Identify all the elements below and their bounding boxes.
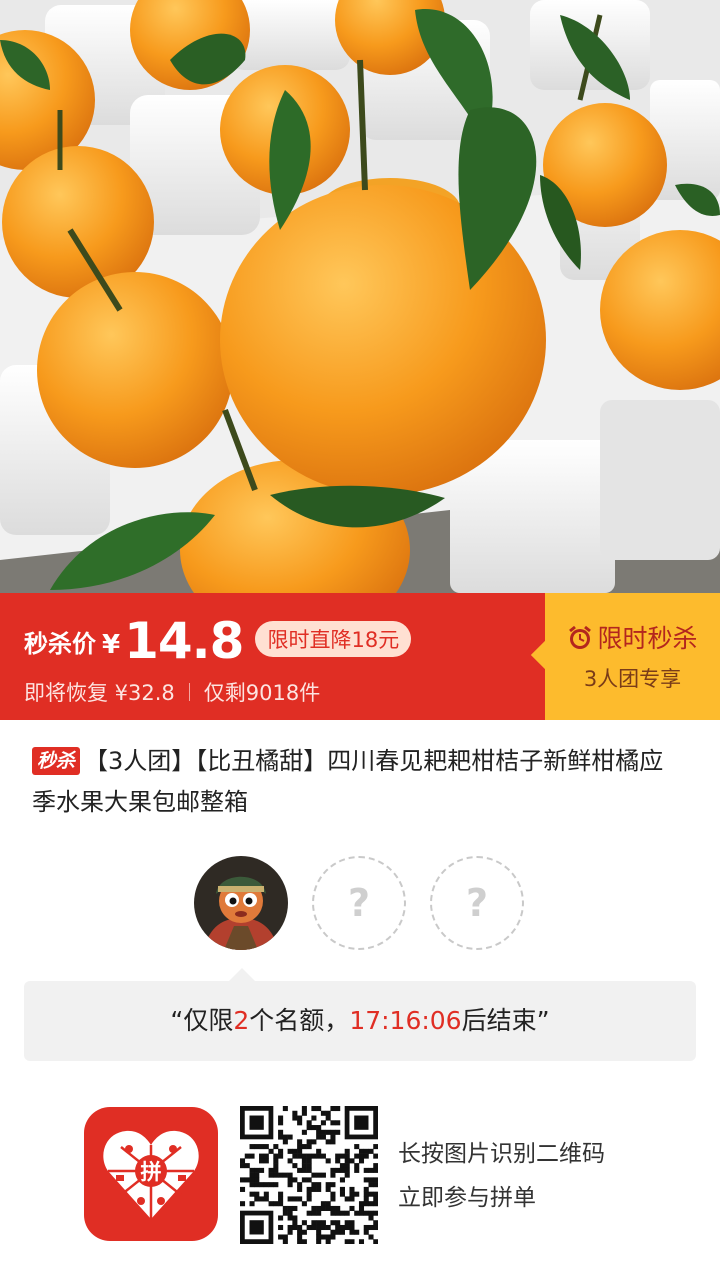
- price-drop-badge: 限时直降18元: [255, 621, 412, 657]
- flash-sale-title-text: 限时秒杀: [597, 624, 698, 653]
- remaining-slots-count: 2: [233, 1006, 250, 1035]
- product-title: 秒杀 【3人团】【比丑橘甜】四川春见耙耙柑桔子新鲜柑橘应季水果大果包邮整箱: [32, 741, 682, 823]
- flash-sale-tag: 秒杀: [32, 747, 81, 775]
- divider: [188, 683, 190, 701]
- qr-instruction-line1: 长按图片识别二维码: [398, 1141, 605, 1167]
- price-label: 秒杀价: [24, 630, 96, 658]
- restore-price-text: 即将恢复 ¥32.8: [24, 681, 175, 705]
- notice-mid: 个名额，: [249, 1006, 350, 1035]
- bubble-pointer: [228, 968, 256, 982]
- quote-close: ”: [536, 1006, 550, 1035]
- group-exclusive-text: 3人团专享: [583, 667, 682, 691]
- oranges-photo: [0, 0, 720, 593]
- quota-countdown-notice: “仅限2个名额，17:16:06后结束”: [24, 981, 696, 1061]
- alarm-clock-icon: [567, 625, 593, 657]
- empty-member-slot[interactable]: ?: [312, 856, 406, 950]
- flash-sale-title: 限时秒杀: [545, 619, 720, 657]
- countdown-timer: 17:16:06: [349, 1006, 462, 1035]
- price-banner: 秒杀价 ¥ 14.8 限时直降18元 即将恢复 ¥32.8 仅剩9018件 限时…: [0, 593, 720, 720]
- user-avatar-icon: [194, 856, 288, 950]
- qr-code-icon[interactable]: [240, 1106, 379, 1245]
- empty-member-slot[interactable]: ?: [430, 856, 524, 950]
- flash-sale-section: 限时秒杀 3人团专享: [545, 593, 720, 720]
- qr-instructions: 长按图片识别二维码 立即参与拼单: [398, 1132, 605, 1220]
- product-title-text: 【3人团】【比丑橘甜】四川春见耙耙柑桔子新鲜柑橘应季水果大果包邮整箱: [32, 747, 664, 816]
- flash-price: 14.8: [124, 612, 244, 670]
- pinduoduo-logo-icon: 拼: [84, 1107, 218, 1241]
- product-image: [0, 0, 720, 593]
- logo-char: 拼: [141, 1160, 162, 1184]
- qr-instruction-line2: 立即参与拼单: [398, 1185, 536, 1211]
- notice-prefix: 仅限: [183, 1006, 234, 1035]
- group-members: ? ?: [194, 856, 524, 950]
- user-avatar[interactable]: [194, 856, 288, 950]
- currency-symbol: ¥: [102, 630, 121, 660]
- notice-suffix: 后结束: [461, 1006, 537, 1035]
- price-subinfo: 即将恢复 ¥32.8 仅剩9018件: [24, 677, 320, 707]
- quote-open: “: [170, 1006, 184, 1035]
- price-row: 秒杀价 ¥ 14.8 限时直降18元: [24, 607, 412, 670]
- price-section: 秒杀价 ¥ 14.8 限时直降18元 即将恢复 ¥32.8 仅剩9018件: [0, 593, 545, 720]
- stock-remaining-text: 仅剩9018件: [203, 681, 321, 705]
